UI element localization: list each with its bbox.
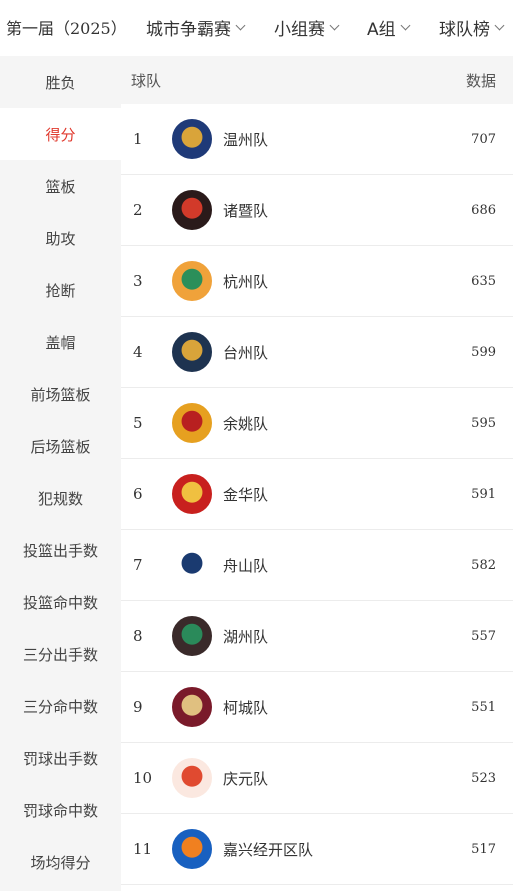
team-logo-icon xyxy=(172,474,212,514)
team-name[interactable]: 温州队 xyxy=(223,129,268,150)
table-row[interactable]: 8 湖州队 557 xyxy=(121,601,513,672)
team-name[interactable]: 嘉兴经开区队 xyxy=(223,839,313,860)
team-rank: 1 xyxy=(133,130,143,148)
team-stat-value: 557 xyxy=(471,628,496,644)
team-stat-value: 595 xyxy=(471,415,496,431)
team-logo-icon xyxy=(172,190,212,230)
top-filter-bar: 第一届（2025） 城市争霸赛 小组赛 A组 球队榜 xyxy=(0,0,513,56)
team-logo-icon xyxy=(172,758,212,798)
sidebar-item-8[interactable]: 犯规数 xyxy=(0,472,121,524)
team-logo-icon xyxy=(172,687,212,727)
team-rank: 6 xyxy=(133,485,143,503)
sidebar-item-2[interactable]: 篮板 xyxy=(0,160,121,212)
table-row[interactable]: 11 嘉兴经开区队 517 xyxy=(121,814,513,885)
team-name[interactable]: 台州队 xyxy=(223,342,268,363)
table-row[interactable]: 3 杭州队 635 xyxy=(121,246,513,317)
team-stat-value: 599 xyxy=(471,344,496,360)
team-logo-icon xyxy=(172,545,212,585)
table-row[interactable]: 2 诸暨队 686 xyxy=(121,175,513,246)
team-rank: 2 xyxy=(133,201,143,219)
sidebar-item-0[interactable]: 胜负 xyxy=(0,56,121,108)
team-stat-value: 523 xyxy=(471,770,496,786)
chevron-down-icon xyxy=(329,20,340,31)
sidebar-item-12[interactable]: 三分命中数 xyxy=(0,680,121,732)
team-stat-value: 551 xyxy=(471,699,496,715)
table-row[interactable]: 10 庆元队 523 xyxy=(121,743,513,814)
team-name[interactable]: 舟山队 xyxy=(223,555,268,576)
team-logo-icon xyxy=(172,119,212,159)
team-rank: 5 xyxy=(133,414,143,432)
sidebar-item-1[interactable]: 得分 xyxy=(0,108,121,160)
team-logo-icon xyxy=(172,829,212,869)
team-rank: 8 xyxy=(133,627,143,645)
team-name[interactable]: 庆元队 xyxy=(223,768,268,789)
sidebar-item-3[interactable]: 助攻 xyxy=(0,212,121,264)
table-row[interactable]: 4 台州队 599 xyxy=(121,317,513,388)
table-row[interactable]: 6 金华队 591 xyxy=(121,459,513,530)
sidebar-item-15[interactable]: 场均得分 xyxy=(0,836,121,888)
stat-category-sidebar: 胜负 得分 篮板 助攻 抢断 盖帽 前场篮板 后场篮板 犯规数 投篮出手数 投篮命中数 三分出手数 三分… xyxy=(0,56,121,891)
team-rank: 7 xyxy=(133,556,143,574)
team-name[interactable]: 柯城队 xyxy=(223,697,268,718)
sidebar-item-14[interactable]: 罚球命中数 xyxy=(0,784,121,836)
table-body: 1 温州队 707 2 诸暨队 686 3 杭州队 635 4 台州队 599 5 余姚队 595 6 金华队 5… xyxy=(121,104,513,885)
sidebar-item-4[interactable]: 抢断 xyxy=(0,264,121,316)
team-stat-value: 686 xyxy=(471,202,496,218)
chevron-down-icon xyxy=(235,20,246,31)
team-rank: 11 xyxy=(133,840,153,858)
filter-stage[interactable]: 小组赛 xyxy=(274,15,340,40)
team-rank: 10 xyxy=(133,769,153,787)
team-rank: 4 xyxy=(133,343,143,361)
table-row[interactable]: 5 余姚队 595 xyxy=(121,388,513,459)
table-row[interactable]: 7 舟山队 582 xyxy=(121,530,513,601)
filter-ranking-type[interactable]: 球队榜 xyxy=(439,15,505,40)
team-stat-value: 707 xyxy=(471,131,496,147)
filter-competition-label: 城市争霸赛 xyxy=(146,20,231,40)
header-value: 数据 xyxy=(465,71,496,90)
filter-group[interactable]: A组 xyxy=(367,15,411,40)
team-stat-value: 591 xyxy=(471,486,496,502)
sidebar-item-9[interactable]: 投篮出手数 xyxy=(0,524,121,576)
sidebar-item-5[interactable]: 盖帽 xyxy=(0,316,121,368)
sidebar-item-6[interactable]: 前场篮板 xyxy=(0,368,121,420)
team-name[interactable]: 金华队 xyxy=(223,484,268,505)
filter-stage-label: 小组赛 xyxy=(274,20,325,40)
table-row[interactable]: 1 温州队 707 xyxy=(121,104,513,175)
team-name[interactable]: 余姚队 xyxy=(223,413,268,434)
team-ranking-table: 球队 数据 1 温州队 707 2 诸暨队 686 3 杭州队 635 4 台州队 599 5 余姚队 59… xyxy=(121,56,513,885)
team-stat-value: 582 xyxy=(471,557,496,573)
team-rank: 3 xyxy=(133,272,143,290)
sidebar-item-11[interactable]: 三分出手数 xyxy=(0,628,121,680)
team-logo-icon xyxy=(172,332,212,372)
filter-group-label: A组 xyxy=(367,20,396,40)
header-team: 球队 xyxy=(131,71,162,90)
team-name[interactable]: 湖州队 xyxy=(223,626,268,647)
team-rank: 9 xyxy=(133,698,143,716)
team-logo-icon xyxy=(172,403,212,443)
team-name[interactable]: 杭州队 xyxy=(223,271,268,292)
chevron-down-icon xyxy=(494,20,505,31)
table-header: 球队 数据 xyxy=(121,56,513,104)
sidebar-item-10[interactable]: 投篮命中数 xyxy=(0,576,121,628)
team-logo-icon xyxy=(172,261,212,301)
chevron-down-icon xyxy=(400,20,411,31)
team-name[interactable]: 诸暨队 xyxy=(223,200,268,221)
team-stat-value: 517 xyxy=(471,841,496,857)
team-logo-icon xyxy=(172,616,212,656)
sidebar-item-13[interactable]: 罚球出手数 xyxy=(0,732,121,784)
sidebar-item-7[interactable]: 后场篮板 xyxy=(0,420,121,472)
team-stat-value: 635 xyxy=(471,273,496,289)
table-row[interactable]: 9 柯城队 551 xyxy=(121,672,513,743)
filter-ranking-type-label: 球队榜 xyxy=(439,20,490,40)
filter-competition[interactable]: 城市争霸赛 xyxy=(146,15,246,40)
season-selector[interactable]: 第一届（2025） xyxy=(6,15,127,39)
